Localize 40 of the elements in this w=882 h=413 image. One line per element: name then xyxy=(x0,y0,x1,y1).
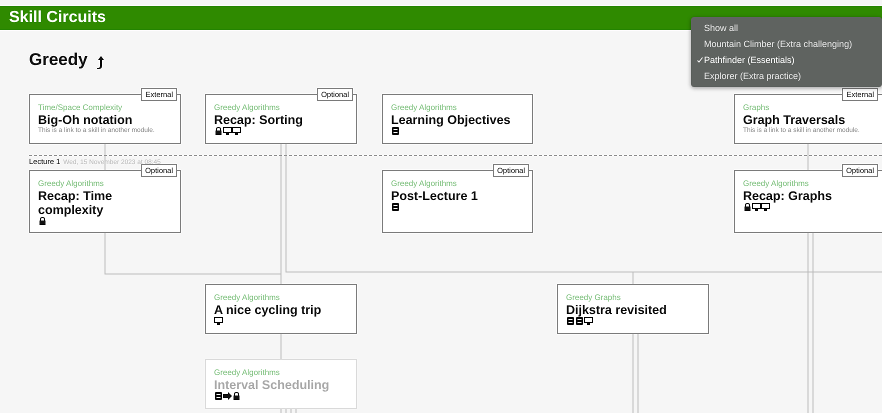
category-label: Greedy Algorithms xyxy=(743,179,809,189)
skill-title: Interval Scheduling xyxy=(214,378,330,392)
category-label: Greedy Algorithms xyxy=(214,103,280,113)
category-label: Greedy Algorithms xyxy=(214,368,280,378)
lock-icon xyxy=(743,203,752,211)
lock-icon xyxy=(232,392,241,400)
connector-line xyxy=(280,334,282,360)
monitor-icon xyxy=(214,317,223,325)
book-icon xyxy=(214,392,223,400)
lock-icon xyxy=(214,127,223,135)
category-label: Greedy Algorithms xyxy=(391,103,457,113)
up-arrow-icon[interactable] xyxy=(96,55,106,69)
category-label: Greedy Algorithms xyxy=(214,293,280,303)
book-icon xyxy=(391,203,400,211)
lock-icon xyxy=(38,217,47,225)
skill-title: Graph Traversals xyxy=(743,113,846,127)
menu-item[interactable]: Show all xyxy=(704,20,738,36)
app-title: Skill Circuits xyxy=(9,9,106,27)
menu-item[interactable]: Mountain Climber (Extra challenging) xyxy=(704,36,852,52)
arrow-icon xyxy=(223,392,232,400)
category-label: Time/Space Complexity xyxy=(38,103,122,113)
connector-line xyxy=(104,144,106,170)
skill-title: A nice cycling trip xyxy=(214,303,322,317)
skill-title: Big-Oh notation xyxy=(38,113,132,127)
category-label: Greedy Graphs xyxy=(566,293,621,303)
category-label: Graphs xyxy=(743,103,770,113)
monitor-icon xyxy=(584,317,593,325)
skill-title: Recap: Time complexity xyxy=(38,189,114,217)
skill-title: Post-Lecture 1 xyxy=(391,189,478,203)
skill-title: Learning Objectives xyxy=(391,113,510,127)
menu-item[interactable]: Pathfinder (Essentials) xyxy=(704,52,795,68)
category-label: Greedy Algorithms xyxy=(391,179,457,189)
connector-line xyxy=(280,408,296,413)
skill-title: Dijkstra revisited xyxy=(566,303,667,317)
skill-title: Recap: Graphs xyxy=(743,189,832,203)
menu-item[interactable]: Explorer (Extra practice) xyxy=(704,68,802,84)
category-label: Greedy Algorithms xyxy=(38,179,104,189)
book-icon xyxy=(391,127,400,135)
circuit-title: Greedy xyxy=(29,50,88,70)
skill-title: Recap: Sorting xyxy=(214,113,303,127)
